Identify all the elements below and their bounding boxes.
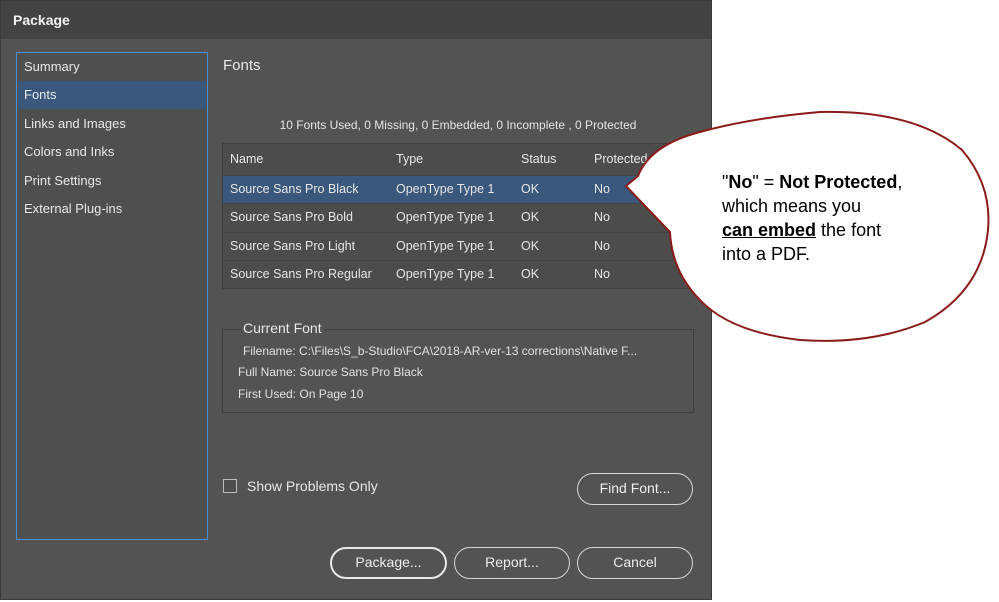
cell-protected: No — [594, 267, 610, 281]
callout-line-4: into a PDF. — [722, 244, 811, 264]
cell-protected: No — [594, 239, 610, 253]
cell-status: OK — [521, 267, 540, 281]
cell-status: OK — [521, 210, 540, 224]
sidebar-item-external-plug-ins[interactable]: External Plug-ins — [18, 195, 206, 223]
firstused-value: On Page 10 — [299, 387, 364, 401]
filename-row: Filename: C:\Files\S_b-Studio\FCA\2018-A… — [243, 344, 637, 358]
package-dialog: Package Summary Fonts Links and Images C… — [0, 0, 712, 600]
table-row[interactable]: Source Sans Pro Bold OpenType Type 1 OK … — [223, 203, 695, 231]
filename-value: C:\Files\S_b-Studio\FCA\2018-AR-ver-13 c… — [299, 344, 638, 358]
filename-label: Filename: — [243, 344, 296, 358]
cell-name: Source Sans Pro Light — [230, 239, 356, 253]
cell-protected: No — [594, 210, 610, 224]
cell-status: OK — [521, 182, 540, 196]
column-header-status[interactable]: Status — [521, 152, 556, 166]
show-problems-label[interactable]: Show Problems Only — [247, 478, 378, 494]
dialog-title: Package — [13, 12, 70, 28]
section-heading: Fonts — [223, 57, 261, 74]
report-button[interactable]: Report... — [454, 547, 570, 579]
cell-name: Source Sans Pro Regular — [230, 267, 372, 281]
table-row[interactable]: Source Sans Pro Light OpenType Type 1 OK… — [223, 232, 695, 260]
fullname-row: Full Name: Source Sans Pro Black — [238, 365, 423, 379]
package-button[interactable]: Package... — [330, 547, 447, 579]
sidebar-item-summary[interactable]: Summary — [18, 53, 206, 81]
cell-type: OpenType Type 1 — [396, 239, 495, 253]
callout-text: "No" = Not Protected, which means you ca… — [722, 170, 947, 266]
cell-name: Source Sans Pro Bold — [230, 210, 353, 224]
callout-line-1: "No" = Not Protected, — [722, 172, 903, 192]
fonts-summary: 10 Fonts Used, 0 Missing, 0 Embedded, 0 … — [279, 118, 637, 132]
current-font-title: Current Font — [241, 320, 324, 336]
find-font-button[interactable]: Find Font... — [577, 473, 693, 505]
sidebar: Summary Fonts Links and Images Colors an… — [16, 52, 208, 540]
column-header-name[interactable]: Name — [230, 152, 263, 166]
cell-name: Source Sans Pro Black — [230, 182, 359, 196]
firstused-label: First Used: — [238, 387, 297, 401]
cancel-button[interactable]: Cancel — [577, 547, 693, 579]
title-bar[interactable]: Package — [1, 1, 711, 39]
table-row[interactable]: Source Sans Pro Regular OpenType Type 1 … — [223, 260, 695, 288]
scroll-down-icon[interactable]: ⌄ — [682, 273, 691, 286]
fullname-value: Source Sans Pro Black — [299, 365, 423, 379]
callout-line-2: which means you — [722, 196, 862, 216]
cell-type: OpenType Type 1 — [396, 267, 495, 281]
table-row[interactable]: Source Sans Pro Black OpenType Type 1 OK… — [223, 175, 695, 203]
column-header-protected[interactable]: Protected — [594, 152, 648, 166]
show-problems-checkbox[interactable] — [223, 479, 237, 493]
callout-line-3: can embed the font — [722, 220, 882, 240]
sidebar-item-print-settings[interactable]: Print Settings — [18, 167, 206, 195]
firstused-row: First Used: On Page 10 — [238, 387, 363, 401]
cell-type: OpenType Type 1 — [396, 182, 495, 196]
cell-status: OK — [521, 239, 540, 253]
cell-type: OpenType Type 1 — [396, 210, 495, 224]
fullname-label: Full Name: — [238, 365, 297, 379]
column-header-type[interactable]: Type — [396, 152, 423, 166]
fonts-table: Name Type Status Protected Source Sans P… — [222, 143, 696, 289]
sidebar-item-colors-and-inks[interactable]: Colors and Inks — [18, 138, 206, 166]
cell-protected: No — [594, 182, 610, 196]
sidebar-item-fonts[interactable]: Fonts — [18, 81, 206, 109]
sidebar-item-links-and-images[interactable]: Links and Images — [18, 110, 206, 138]
